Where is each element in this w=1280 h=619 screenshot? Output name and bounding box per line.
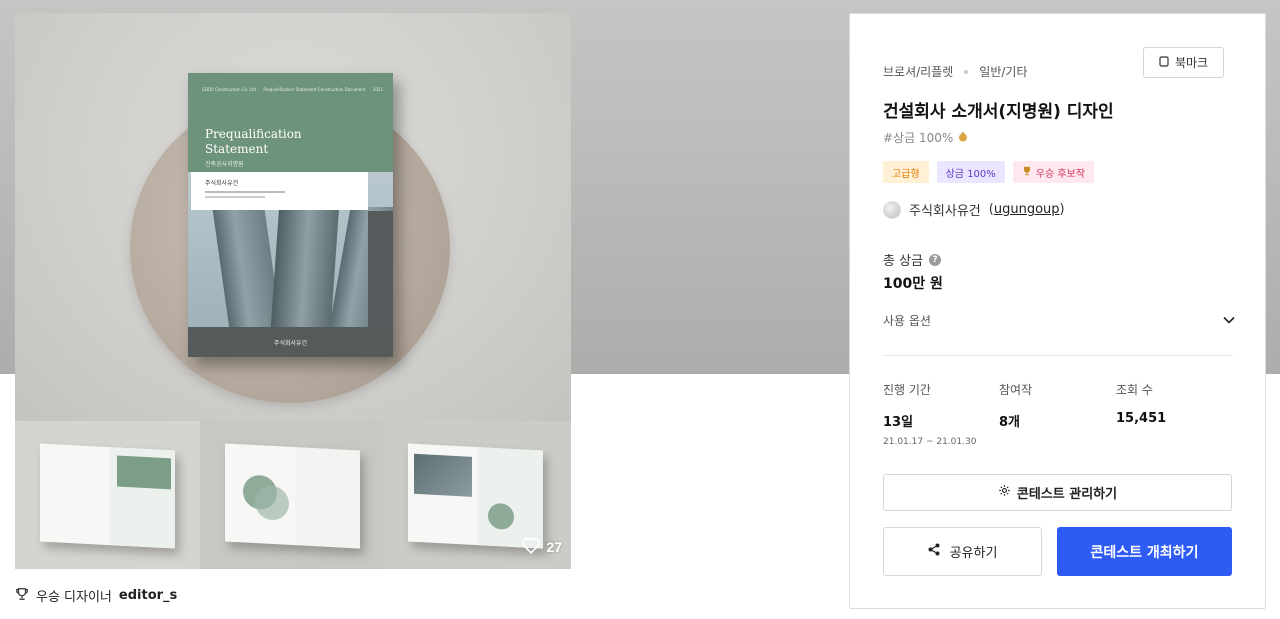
book-title-line2: Statement (205, 142, 269, 156)
badge-prize: 상금 100% (936, 161, 1005, 183)
host-handle-wrapper[interactable]: (ugungoup) (989, 202, 1065, 217)
spread-right-page (295, 447, 360, 549)
thumbnail-strip: 27 (15, 421, 571, 569)
badge-winner-candidate: 우승 후보작 (1012, 161, 1094, 183)
badge-premium: 고급형 (883, 161, 929, 183)
spread-circle (488, 502, 514, 531)
heart-icon[interactable] (521, 536, 541, 557)
spread-circle (255, 485, 289, 521)
brochure-spread (40, 443, 175, 549)
share-button[interactable]: 공유하기 (883, 527, 1042, 576)
host-info: 주식회사유건 (ugungoup) (883, 200, 1065, 219)
book-footer-brand: 주식회사유건 (273, 339, 308, 347)
contest-info-panel: 브로셔/리플렛 일반/기타 북마크 건설회사 소개서(지명원) 디자인 #상금 … (849, 13, 1266, 609)
trophy-icon (1022, 166, 1032, 179)
bookmark-icon (1159, 55, 1169, 70)
stat-duration: 진행 기간 13일 21.01.17 ~ 21.01.30 (883, 381, 976, 447)
share-label: 공유하기 (949, 546, 998, 561)
brochure-spread (225, 443, 360, 549)
gear-icon (998, 484, 1011, 501)
spread-green-block (117, 455, 171, 490)
moneybag-icon (957, 130, 969, 145)
stat-views-value: 15,451 (1116, 411, 1167, 426)
contest-title: 건설회사 소개서(지명원) 디자인 (883, 102, 1114, 122)
usage-options-label: 사용 옵션 (883, 313, 931, 328)
book-dark-block (368, 211, 393, 327)
manage-contest-label: 콘테스트 관리하기 (1016, 487, 1118, 502)
winner-designer-name[interactable]: editor_s (119, 588, 177, 603)
book-footer: 주식회사유건 (188, 327, 393, 357)
badge-list: 고급형 상금 100% 우승 후보작 (883, 161, 1094, 183)
badge-winner-candidate-label: 우승 후보작 (1035, 168, 1085, 180)
spread-photo (414, 453, 472, 497)
prize-label: 총 상금 ? (883, 250, 942, 269)
stat-views-label: 조회 수 (1116, 383, 1153, 397)
breadcrumb-category[interactable]: 브로셔/리플렛 (883, 63, 953, 80)
bookmark-label: 북마크 (1174, 56, 1209, 70)
design-gallery: GDD5 Construction Co. Ltd Prequalificati… (15, 13, 571, 569)
hashtag-text[interactable]: #상금 100% (883, 129, 953, 146)
host-contest-button[interactable]: 콘테스트 개최하기 (1057, 527, 1232, 576)
stat-duration-label: 진행 기간 (883, 383, 931, 397)
host-avatar (883, 200, 901, 219)
divider (883, 355, 1233, 356)
winner-designer: 우승 디자이너 editor_s (15, 586, 177, 605)
book-header-right: 2021 (372, 87, 383, 92)
book-header-left: GDD5 Construction Co. Ltd (202, 87, 256, 92)
bookmark-button[interactable]: 북마크 (1143, 47, 1224, 78)
stat-entries-value: 8개 (999, 415, 1021, 430)
book-header: GDD5 Construction Co. Ltd Prequalificati… (202, 87, 383, 101)
book-title: Prequalification Statement (205, 127, 385, 157)
thumbnail-3[interactable]: 27 (383, 421, 571, 569)
help-icon[interactable]: ? (929, 253, 942, 266)
stat-entries-label: 참여작 (999, 383, 1033, 397)
prize-value: 100만 원 (883, 276, 943, 292)
stat-duration-dates: 21.01.17 ~ 21.01.30 (883, 437, 977, 447)
prize-label-text: 총 상금 (883, 254, 924, 269)
book-cover-mockup: GDD5 Construction Co. Ltd Prequalificati… (188, 73, 393, 357)
host-contest-label: 콘테스트 개최하기 (1090, 544, 1199, 561)
stat-views: 조회 수 15,451 (1116, 381, 1166, 426)
trophy-icon (15, 587, 29, 605)
host-handle[interactable]: ugungoup (994, 202, 1060, 217)
main-preview-image[interactable]: GDD5 Construction Co. Ltd Prequalificati… (15, 13, 571, 421)
breadcrumb-subcategory[interactable]: 일반/기타 (979, 63, 1027, 80)
usage-options-toggle[interactable]: 사용 옵션 (883, 311, 1235, 329)
book-card-label: 주식회사유건 (205, 180, 239, 187)
share-icon (928, 543, 940, 560)
spread-right-page (478, 447, 543, 549)
thumbnail-1[interactable] (15, 421, 200, 569)
host-name: 주식회사유건 (909, 204, 981, 219)
thumbnail-2[interactable] (200, 421, 383, 569)
stat-duration-value: 13일 (883, 415, 914, 430)
hashtag: #상금 100% (883, 129, 969, 146)
book-title-line1: Prequalification (205, 127, 302, 141)
stat-entries: 참여작 8개 (999, 381, 1032, 430)
like-counter[interactable]: 27 (521, 536, 562, 557)
book-header-mid: Prequalification Statement Construction … (263, 87, 366, 92)
breadcrumb: 브로셔/리플렛 일반/기타 (883, 63, 1028, 80)
book-card-line (205, 196, 265, 198)
breadcrumb-separator (964, 69, 969, 74)
book-card-line (205, 191, 285, 193)
winner-label: 우승 디자이너 (36, 590, 112, 605)
building-shape (210, 197, 282, 327)
contest-stats: 진행 기간 13일 21.01.17 ~ 21.01.30 참여작 8개 조회 … (883, 381, 1233, 451)
chevron-down-icon[interactable] (1223, 313, 1235, 327)
brochure-spread (408, 443, 543, 549)
like-count: 27 (546, 538, 562, 555)
manage-contest-button[interactable]: 콘테스트 관리하기 (883, 474, 1232, 511)
book-subtitle: 건축공사지명원 (205, 161, 244, 168)
book-info-card: 주식회사유건 (191, 172, 368, 210)
